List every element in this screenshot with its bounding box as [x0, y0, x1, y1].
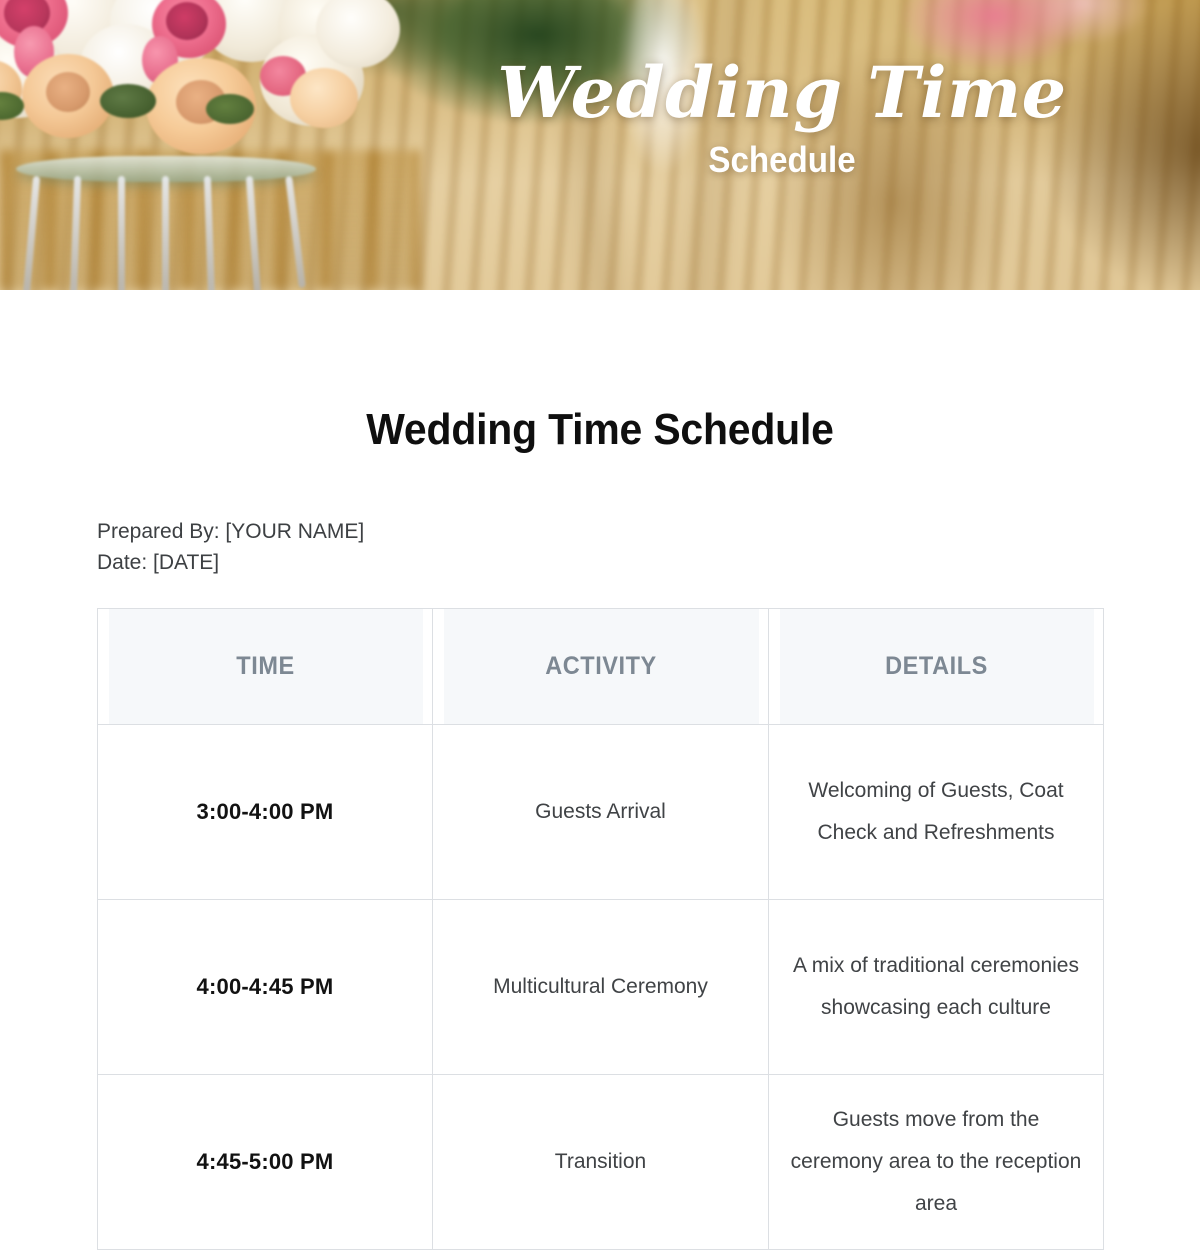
- date-line: Date: [DATE]: [97, 551, 220, 575]
- cell-details: Guests move from the ceremony area to th…: [768, 1074, 1104, 1250]
- hero-banner: Wedding Time Schedule: [0, 0, 1200, 290]
- cell-activity: Multicultural Ceremony: [432, 899, 769, 1076]
- table-header: TIME ACTIVITY DETAILS: [98, 608, 1104, 726]
- cell-time: 4:45-5:00 PM: [97, 1074, 433, 1250]
- cell-details: A mix of traditional ceremonies showcasi…: [768, 899, 1104, 1076]
- table-header-row: TIME ACTIVITY DETAILS: [98, 608, 1104, 726]
- page-title: Wedding Time Schedule: [366, 405, 834, 454]
- table-row: 4:00-4:45 PM Multicultural Ceremony A mi…: [97, 899, 1104, 1076]
- vase-stand: [10, 140, 350, 290]
- prepared-by-line: Prepared By: [YOUR NAME]: [97, 520, 365, 544]
- schedule-table-wrapper: TIME ACTIVITY DETAILS 3:00-4:00 PM Guest…: [97, 608, 1104, 1250]
- schedule-table: TIME ACTIVITY DETAILS 3:00-4:00 PM Guest…: [97, 608, 1104, 1250]
- document-body: Wedding Time Schedule Prepared By: [YOUR…: [0, 290, 1200, 1250]
- document-page: Wedding Time Schedule Wedding Time Sched…: [0, 0, 1200, 1250]
- cell-time: 3:00-4:00 PM: [97, 724, 433, 901]
- hero-subtitle: Schedule: [708, 139, 856, 180]
- cell-activity: Guests Arrival: [432, 724, 769, 901]
- hero-text-block: Wedding Time Schedule: [452, 58, 1112, 178]
- column-header-time: TIME: [107, 608, 423, 726]
- table-row: 3:00-4:00 PM Guests Arrival Welcoming of…: [97, 724, 1104, 901]
- column-header-activity: ACTIVITY: [442, 608, 759, 726]
- document-meta: Prepared By: [YOUR NAME] Date: [DATE]: [0, 454, 1200, 578]
- table-row: 4:45-5:00 PM Transition Guests move from…: [97, 1074, 1104, 1250]
- cell-time: 4:00-4:45 PM: [97, 899, 433, 1076]
- column-header-details: DETAILS: [778, 608, 1094, 726]
- cell-details: Welcoming of Guests, Coat Check and Refr…: [768, 724, 1104, 901]
- table-body: 3:00-4:00 PM Guests Arrival Welcoming of…: [97, 724, 1104, 1250]
- hero-title: Wedding Time: [497, 51, 1067, 134]
- cell-activity: Transition: [432, 1074, 769, 1250]
